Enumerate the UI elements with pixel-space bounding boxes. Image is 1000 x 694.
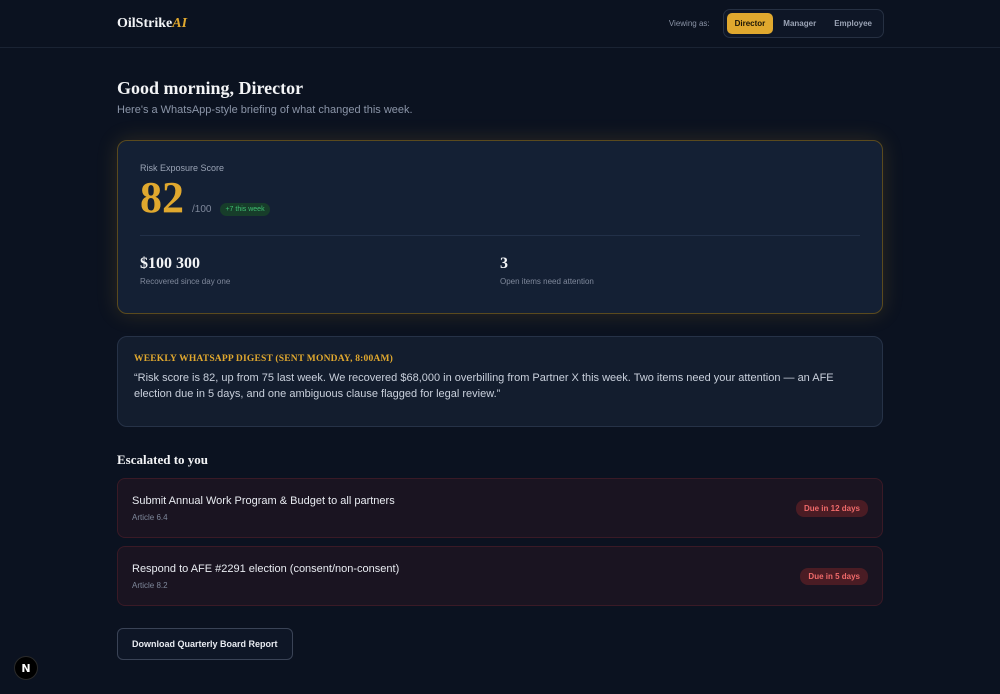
- nextjs-dev-badge[interactable]: N: [14, 656, 38, 680]
- viewing-label: Viewing as:: [668, 19, 710, 28]
- score-change-badge: +7 this week: [220, 203, 270, 216]
- role-switch: Director Manager Employee: [722, 9, 884, 38]
- stat-open-items: 3 Open items need attention: [500, 255, 860, 286]
- score-row: 82 /100 +7 this week: [140, 175, 860, 221]
- role-employee-button[interactable]: Employee: [826, 13, 880, 34]
- escalated-item-title: Submit Annual Work Program & Budget to a…: [132, 494, 395, 507]
- role-manager-button[interactable]: Manager: [775, 13, 824, 34]
- digest-body: “Risk score is 82, up from 75 last week.…: [134, 372, 834, 400]
- role-director-button[interactable]: Director: [726, 13, 774, 34]
- escalated-item[interactable]: Submit Annual Work Program & Budget to a…: [117, 478, 883, 538]
- logo[interactable]: OilStrikeAI: [117, 16, 187, 32]
- risk-score-value: 82: [140, 173, 184, 222]
- page-title: Good morning, Director: [117, 78, 304, 98]
- top-bar: OilStrikeAI Viewing as: Director Manager…: [0, 0, 1000, 48]
- escalated-list: Submit Annual Work Program & Budget to a…: [117, 478, 883, 606]
- escalated-item[interactable]: Respond to AFE #2291 election (consent/n…: [117, 546, 883, 606]
- escalated-section-title: Escalated to you: [117, 452, 208, 467]
- divider: [140, 235, 860, 236]
- stat-label: Recovered since day one: [140, 277, 231, 286]
- due-badge: Due in 5 days: [800, 567, 868, 585]
- risk-score-label: Risk Exposure Score: [140, 163, 225, 173]
- digest-title: WEEKLY WHATSAPP DIGEST (SENT MONDAY, 8:0…: [134, 354, 394, 364]
- stat-value: 3: [500, 255, 508, 272]
- role-viewer: Viewing as: Director Manager Employee: [669, 9, 884, 38]
- weekly-digest-card: WEEKLY WHATSAPP DIGEST (SENT MONDAY, 8:0…: [117, 336, 883, 427]
- escalated-item-article: Article 6.4: [132, 512, 168, 522]
- stat-value: $100 300: [140, 255, 200, 272]
- stat-label: Open items need attention: [500, 277, 594, 286]
- logo-accent: AI: [172, 15, 188, 31]
- stats-row: $100 300 Recovered since day one 3 Open …: [140, 255, 860, 286]
- main-content: Good morning, Director Here's a WhatsApp…: [0, 48, 1000, 660]
- escalated-item-text: Submit Annual Work Program & Budget to a…: [132, 495, 395, 522]
- due-badge: Due in 12 days: [795, 499, 868, 517]
- page-subtitle: Here's a WhatsApp-style briefing of what…: [117, 104, 413, 116]
- risk-score-card: Risk Exposure Score 82 /100 +7 this week…: [117, 140, 883, 314]
- download-report-button[interactable]: Download Quarterly Board Report: [117, 628, 293, 660]
- escalated-item-title: Respond to AFE #2291 election (consent/n…: [132, 562, 400, 575]
- logo-main: OilStrike: [117, 15, 173, 31]
- escalated-item-article: Article 8.2: [132, 580, 168, 590]
- stat-recovered: $100 300 Recovered since day one: [140, 255, 500, 286]
- risk-score-max: /100: [192, 204, 212, 215]
- escalated-item-text: Respond to AFE #2291 election (consent/n…: [132, 563, 399, 590]
